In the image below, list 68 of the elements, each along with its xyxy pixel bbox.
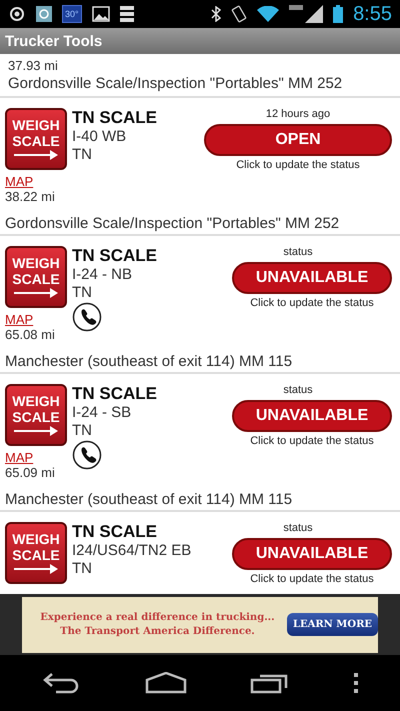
status-button[interactable]: UNAVAILABLE xyxy=(232,538,392,570)
arrow-icon xyxy=(14,563,58,575)
status-button[interactable]: UNAVAILABLE xyxy=(232,262,392,294)
phone-icon[interactable] xyxy=(72,302,102,332)
distance: 65.08 mi xyxy=(5,327,56,342)
sign-text: SCALE xyxy=(12,409,60,425)
rotate-icon xyxy=(231,5,248,23)
sign-text: SCALE xyxy=(12,133,60,149)
distance: 65.09 mi xyxy=(5,465,56,480)
state-name: TN xyxy=(72,146,92,164)
sign-text: SCALE xyxy=(12,271,60,287)
state-name: TN xyxy=(72,560,92,578)
scale-title: TN SCALE xyxy=(72,108,157,128)
wifi-icon xyxy=(257,6,280,22)
road-name: I-40 WB xyxy=(72,128,126,146)
sign-text: WEIGH xyxy=(12,531,60,547)
ad-text: The Transport America Difference. xyxy=(60,624,255,638)
state-name: TN xyxy=(72,422,92,440)
status-button[interactable]: UNAVAILABLE xyxy=(232,400,392,432)
status-hint: Click to update the status xyxy=(250,573,374,585)
sign-text: WEIGH xyxy=(12,393,60,409)
status-button[interactable]: OPEN xyxy=(204,124,392,156)
app-title: Trucker Tools xyxy=(5,32,102,50)
ad-banner[interactable]: Experience a real difference in trucking... The Transport America Difference. LEARN MORE xyxy=(22,596,378,652)
clock: 8:55 xyxy=(353,2,392,26)
status-caption: 12 hours ago xyxy=(266,108,330,120)
sign-text: SCALE xyxy=(12,547,60,563)
scale-description: Gordonsville Scale/Inspection "Portables" MM 252 xyxy=(8,75,344,92)
scale-description: Gordonsville Scale/Inspection "Portables" MM 252 xyxy=(5,215,340,232)
arrow-icon xyxy=(14,149,58,161)
road-name: I24/US64/TN2 EB xyxy=(72,542,192,560)
status-caption: status xyxy=(283,522,313,534)
weather-badge: 30° xyxy=(62,5,82,23)
phone-icon[interactable] xyxy=(72,440,102,470)
email-icon xyxy=(36,6,52,22)
bluetooth-icon xyxy=(211,6,222,22)
sign-text: WEIGH xyxy=(12,117,60,133)
map-link[interactable]: MAP xyxy=(5,312,34,327)
sign-text: WEIGH xyxy=(12,255,60,271)
ad-text: Experience a real difference in trucking... xyxy=(40,610,275,624)
road-name: I-24 - SB xyxy=(72,404,132,422)
map-link[interactable]: MAP xyxy=(5,450,34,465)
distance: 37.93 mi xyxy=(8,58,59,73)
scale-description: Manchester (southeast of exit 114) MM 115 xyxy=(5,491,294,508)
status-hint: Click to update the status xyxy=(236,159,360,171)
map-link[interactable]: MAP xyxy=(5,174,34,189)
recent-apps-icon[interactable] xyxy=(250,672,290,694)
status-caption: status xyxy=(283,246,313,258)
status-hint: Click to update the status xyxy=(250,435,374,447)
home-icon[interactable] xyxy=(144,672,186,694)
distance: 38.22 mi xyxy=(5,189,56,204)
status-hint: Click to update the status xyxy=(250,297,374,309)
learn-more-button[interactable]: LEARN MORE xyxy=(286,613,378,636)
battery-icon xyxy=(333,5,344,23)
status-caption: status xyxy=(283,384,313,396)
gps-icon xyxy=(8,5,26,23)
scale-title: TN SCALE xyxy=(72,384,157,404)
storage-icon xyxy=(120,6,134,22)
arrow-icon xyxy=(14,425,58,437)
overflow-menu-icon[interactable] xyxy=(352,673,358,693)
scale-description: Manchester (southeast of exit 114) MM 115 xyxy=(5,353,294,370)
image-icon xyxy=(92,6,110,22)
signal-icon xyxy=(289,5,324,23)
arrow-icon xyxy=(14,287,58,299)
scale-title: TN SCALE xyxy=(72,522,157,542)
state-name: TN xyxy=(72,284,92,302)
road-name: I-24 - NB xyxy=(72,266,132,284)
scale-title: TN SCALE xyxy=(72,246,157,266)
